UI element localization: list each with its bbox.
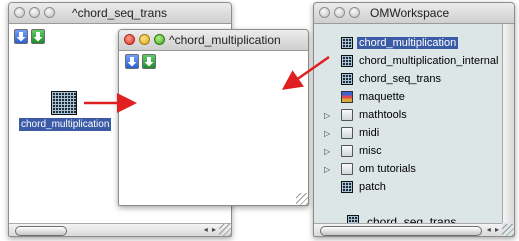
maquette-icon bbox=[341, 91, 353, 103]
folder-icon bbox=[341, 145, 353, 157]
zoom-button[interactable] bbox=[44, 7, 55, 18]
title-bar[interactable]: OMWorkspace bbox=[314, 3, 514, 24]
chord-multiplication-window: ^chord_multiplication bbox=[118, 29, 309, 206]
vertical-scrollbar[interactable] bbox=[502, 24, 514, 223]
workspace-item-label: patch bbox=[359, 181, 386, 193]
workspace-item[interactable]: ▷ mathtools bbox=[314, 107, 502, 123]
export-button[interactable] bbox=[142, 54, 156, 69]
folder-icon bbox=[341, 163, 353, 175]
workspace-item-label: chord_multiplication bbox=[357, 37, 459, 49]
import-button[interactable] bbox=[125, 54, 139, 69]
import-button[interactable] bbox=[14, 29, 28, 44]
window-title: OMWorkspace bbox=[370, 6, 450, 20]
workspace-item-label: maquette bbox=[359, 91, 405, 103]
workspace-item[interactable]: patch bbox=[314, 179, 502, 195]
folder-icon bbox=[341, 127, 353, 139]
workspace-item-label: chord_multiplication_internal bbox=[359, 55, 499, 67]
zoom-button[interactable] bbox=[349, 7, 360, 18]
workspace-item[interactable]: ▷ midi bbox=[314, 125, 502, 141]
green-up-arrow-icon bbox=[33, 32, 43, 42]
minimize-button[interactable] bbox=[334, 7, 345, 18]
patch-grid-icon bbox=[341, 181, 353, 193]
patch-grid-icon bbox=[51, 91, 77, 115]
horizontal-scrollbar[interactable]: ◂ ▸ bbox=[314, 223, 502, 236]
close-button[interactable] bbox=[319, 7, 330, 18]
minimize-button[interactable] bbox=[29, 7, 40, 18]
workspace-item[interactable]: ▷ om tutorials bbox=[314, 161, 502, 177]
title-bar[interactable]: ^chord_seq_trans bbox=[9, 3, 231, 24]
disclosure-triangle-icon[interactable]: ▷ bbox=[324, 129, 330, 138]
workspace-item[interactable]: chord_seq_trans bbox=[314, 71, 502, 87]
scroll-thumb[interactable] bbox=[15, 226, 67, 236]
scroll-arrows-icon[interactable]: ◂ ▸ bbox=[204, 225, 217, 234]
folder-icon bbox=[341, 109, 353, 121]
resize-grip[interactable] bbox=[502, 224, 514, 236]
scroll-thumb[interactable] bbox=[320, 226, 482, 236]
workspace-item[interactable]: maquette bbox=[314, 89, 502, 105]
horizontal-scrollbar[interactable]: ◂ ▸ bbox=[9, 223, 231, 236]
disclosure-triangle-icon[interactable]: ▷ bbox=[324, 111, 330, 120]
scroll-arrows-icon[interactable]: ◂ ▸ bbox=[487, 225, 500, 234]
zoom-button[interactable] bbox=[154, 34, 165, 45]
patch-box-label: chord_multiplication bbox=[19, 118, 112, 131]
patch-grid-icon bbox=[341, 73, 353, 85]
window-title: ^chord_seq_trans bbox=[72, 6, 168, 20]
resize-grip[interactable] bbox=[219, 224, 231, 236]
patch-grid-icon bbox=[341, 55, 353, 67]
export-button[interactable] bbox=[31, 29, 45, 44]
patch-grid-icon bbox=[341, 37, 353, 49]
disclosure-triangle-icon[interactable]: ▷ bbox=[324, 147, 330, 156]
window-title: ^chord_multiplication bbox=[169, 33, 281, 47]
green-up-arrow-icon bbox=[144, 57, 154, 67]
workspace-item-label: midi bbox=[359, 127, 380, 139]
close-button[interactable] bbox=[124, 34, 135, 45]
workspace-item[interactable]: chord_multiplication_internal bbox=[314, 53, 502, 69]
workspace-item-label: misc bbox=[359, 145, 382, 157]
blue-down-arrow-icon bbox=[16, 32, 26, 42]
blue-down-arrow-icon bbox=[127, 57, 137, 67]
title-bar[interactable]: ^chord_multiplication bbox=[119, 30, 308, 51]
workspace-item-label: mathtools bbox=[359, 109, 407, 121]
resize-grip[interactable] bbox=[296, 193, 308, 205]
workspace-item-label: chord_seq_trans bbox=[359, 73, 441, 85]
om-workspace-window: OMWorkspace chord_multiplication chord_mu… bbox=[313, 2, 515, 237]
workspace-item[interactable]: ▷ misc bbox=[314, 143, 502, 159]
minimize-button[interactable] bbox=[139, 34, 150, 45]
workspace-list: chord_multiplication chord_multiplication… bbox=[314, 35, 502, 215]
workspace-item[interactable]: chord_multiplication bbox=[314, 35, 502, 51]
workspace-item-label: om tutorials bbox=[359, 163, 416, 175]
close-button[interactable] bbox=[14, 7, 25, 18]
disclosure-triangle-icon[interactable]: ▷ bbox=[324, 165, 330, 174]
patch-box[interactable]: chord_multiplication bbox=[19, 91, 112, 131]
